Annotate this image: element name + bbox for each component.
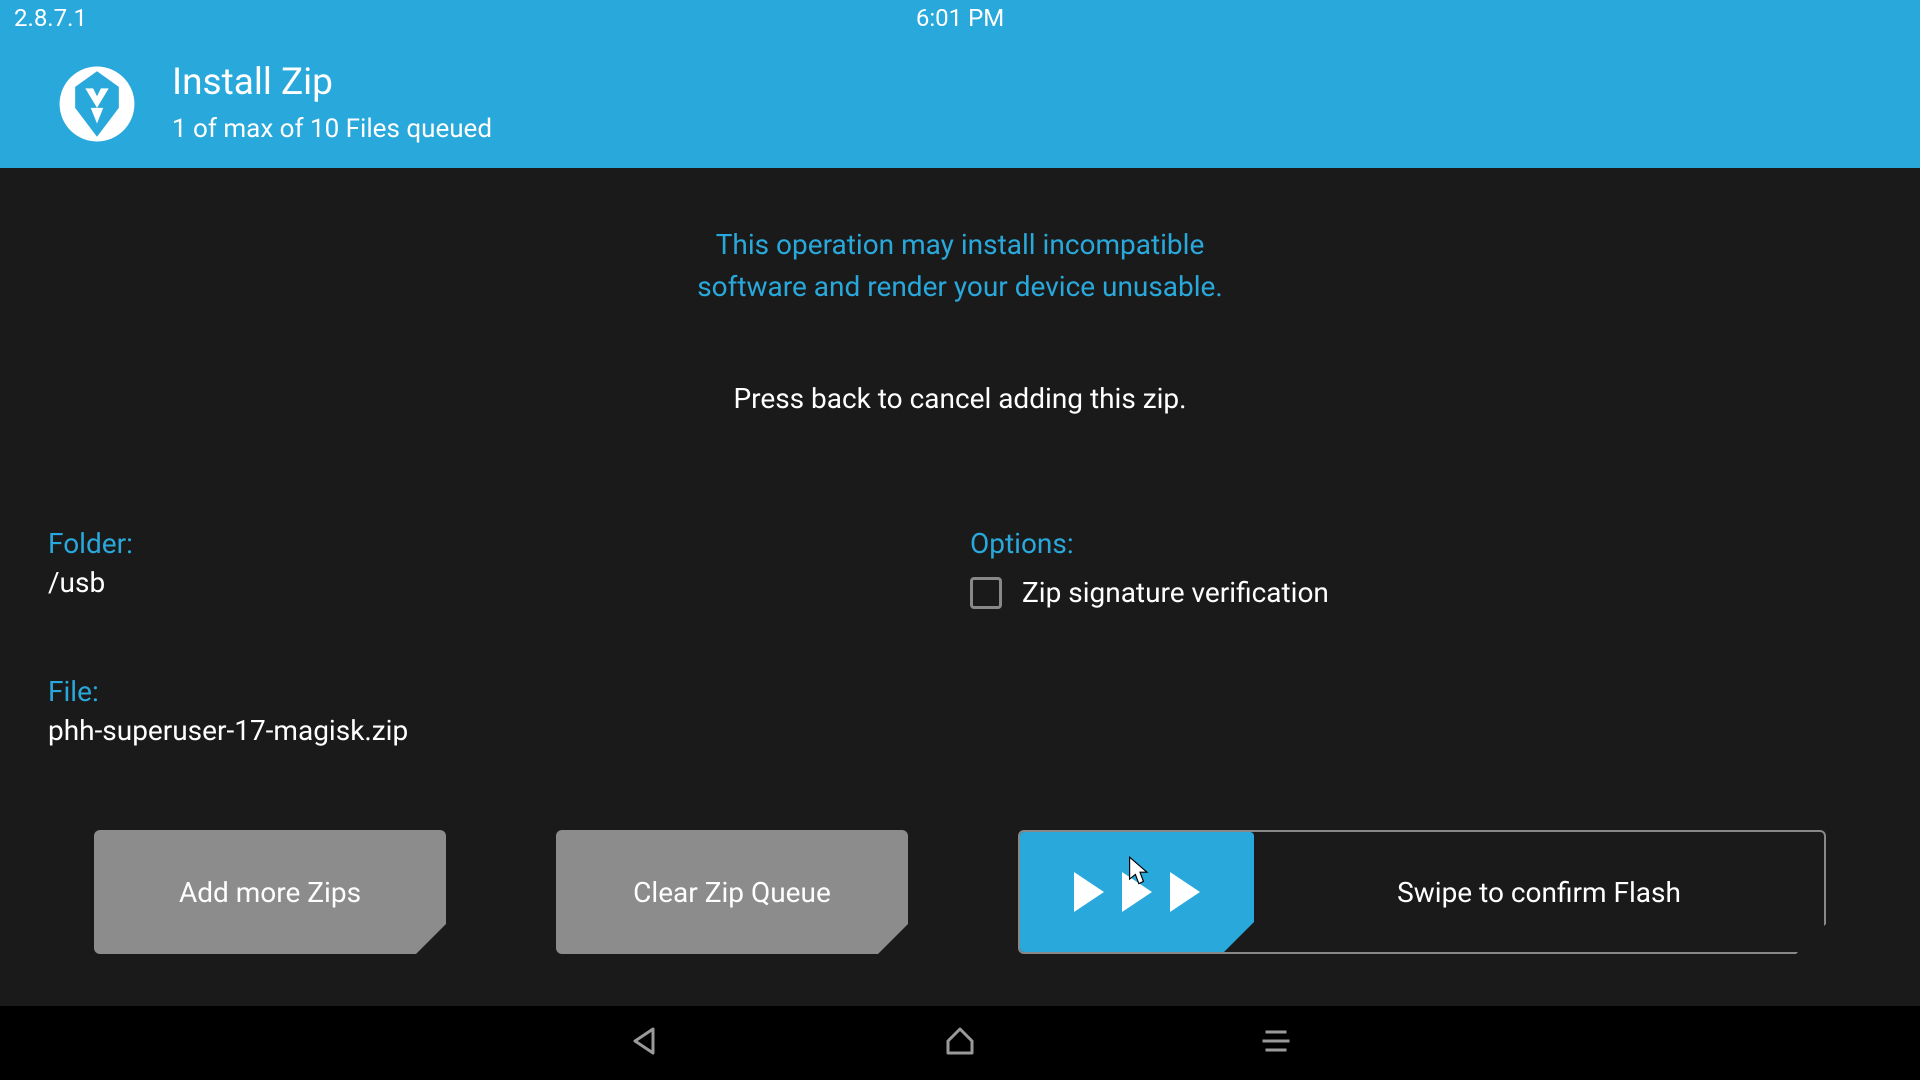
menu-icon[interactable] [1258, 1023, 1294, 1063]
add-more-zips-button[interactable]: Add more Zips [94, 830, 446, 954]
options-label: Options: [970, 527, 1872, 560]
zip-verify-option[interactable]: Zip signature verification [970, 576, 1872, 609]
play-icon [1122, 872, 1152, 912]
time-label: 6:01 PM [916, 4, 1004, 32]
home-icon[interactable] [942, 1023, 978, 1063]
warning-line2: software and render your device unusable… [48, 266, 1872, 308]
twrp-logo-icon [58, 65, 136, 143]
folder-label: Folder: [48, 527, 950, 560]
file-label: File: [48, 675, 950, 708]
swipe-handle[interactable] [1020, 832, 1254, 952]
play-icon [1074, 872, 1104, 912]
clear-queue-label: Clear Zip Queue [633, 876, 831, 909]
clear-zip-queue-button[interactable]: Clear Zip Queue [556, 830, 908, 954]
checkbox-icon[interactable] [970, 577, 1002, 609]
warning-line1: This operation may install incompatible [48, 224, 1872, 266]
zip-verify-label: Zip signature verification [1022, 576, 1329, 609]
content-area: This operation may install incompatible … [0, 168, 1920, 747]
instruction-text: Press back to cancel adding this zip. [48, 382, 1872, 415]
add-more-label: Add more Zips [179, 876, 361, 909]
swipe-label: Swipe to confirm Flash [1254, 876, 1824, 909]
status-bar: 2.8.7.1 6:01 PM [0, 0, 1920, 36]
swipe-to-flash-slider[interactable]: Swipe to confirm Flash [1018, 830, 1826, 954]
header: Install Zip 1 of max of 10 Files queued [0, 36, 1920, 168]
queue-status: 1 of max of 10 Files queued [172, 114, 492, 144]
version-label: 2.8.7.1 [14, 4, 87, 32]
file-value: phh-superuser-17-magisk.zip [48, 714, 950, 747]
navigation-bar [0, 1006, 1920, 1080]
page-title: Install Zip [172, 61, 492, 104]
back-icon[interactable] [626, 1023, 662, 1063]
play-icon [1170, 872, 1200, 912]
folder-value: /usb [48, 566, 950, 599]
